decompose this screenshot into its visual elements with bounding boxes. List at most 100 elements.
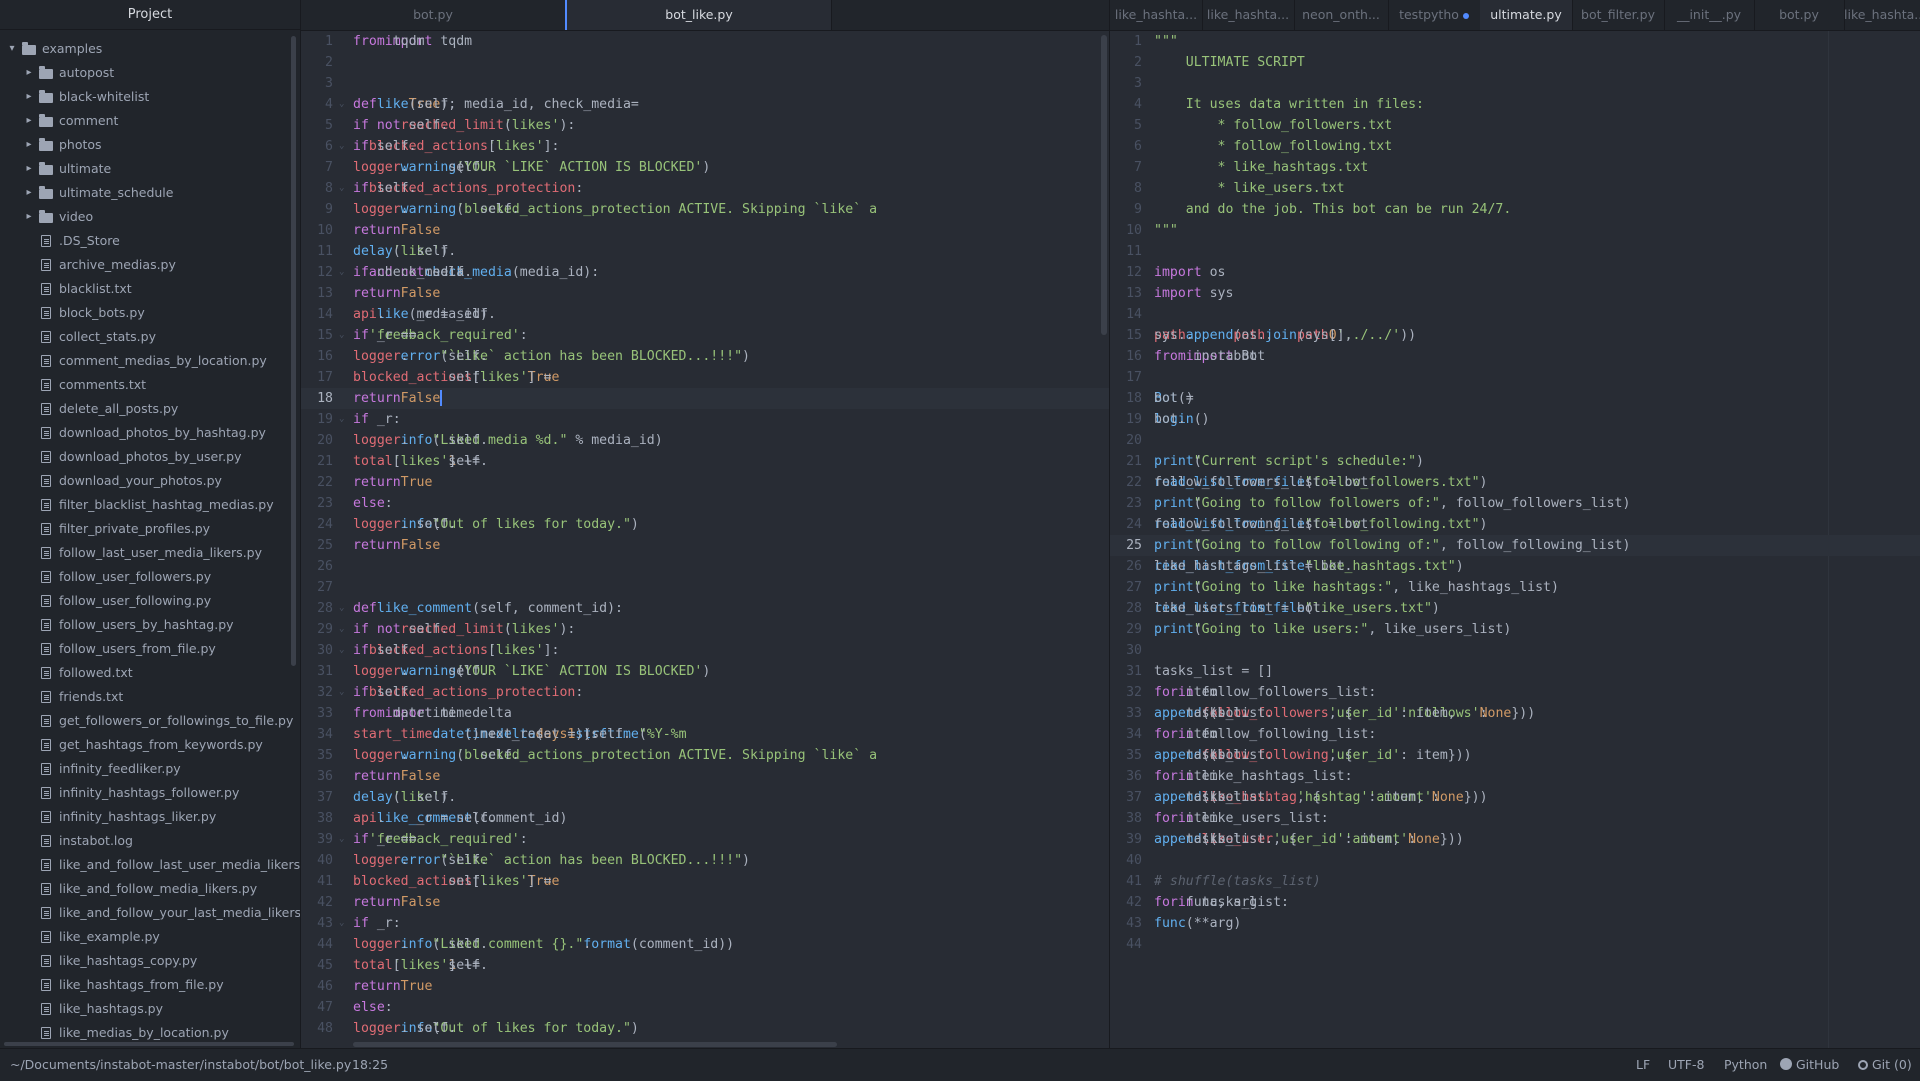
tree-file[interactable]: get_followers_or_followings_to_file.py [0,709,300,733]
tree-folder[interactable]: ▸ ultimate [0,157,300,181]
code-line[interactable]: 15 ⌄ if _r == 'feedback_required': [301,325,1109,346]
tree-folder[interactable]: ▸ photos [0,133,300,157]
code-line[interactable]: 43 func (**arg) [1110,913,1920,934]
code-line[interactable]: 27 print("Going to like hashtags:", like_… [1110,577,1920,598]
editor-tab[interactable]: neon_onth... [1294,0,1389,30]
tree-file[interactable]: like_and_follow_your_last_media_likers.p… [0,901,300,925]
code-line[interactable]: 20 [1110,430,1920,451]
fold-chevron-icon[interactable]: ⌄ [339,178,344,199]
encoding[interactable]: UTF-8 [1668,1049,1704,1081]
editor-tab[interactable]: bot_like.py [565,0,832,30]
tree-file[interactable]: like_hashtags_from_file.py [0,973,300,997]
code-line[interactable]: 14 [1110,304,1920,325]
tree-file[interactable]: comment_medias_by_location.py [0,349,300,373]
tree-file[interactable]: block_bots.py [0,301,300,325]
code-line[interactable]: 6 * follow_following.txt [1110,136,1920,157]
tree-file[interactable]: instabot.log [0,829,300,853]
code-line[interactable]: 35 tasks_list. append ((bot. follow_followi… [1110,745,1920,766]
tree-file[interactable]: comments.txt [0,373,300,397]
chevron-right-icon[interactable]: ▸ [23,205,35,229]
code-line[interactable]: 7 self. logger. warning('YOUR `LIKE` ACTIO… [301,157,1109,178]
code-line[interactable]: 40 [1110,850,1920,871]
fold-chevron-icon[interactable]: ⌄ [339,94,344,115]
code-line[interactable]: 28 ⌄ def like_comment (self, comment_id): [301,598,1109,619]
code-line[interactable]: 26 [301,556,1109,577]
tree-root-folder[interactable]: ▾ examples [0,37,300,61]
grammar[interactable]: Python [1724,1049,1767,1081]
chevron-right-icon[interactable]: ▸ [23,157,35,181]
code-line[interactable]: 38 for item in like_users_list: [1110,808,1920,829]
tree-file[interactable]: infinity_hashtags_liker.py [0,805,300,829]
tree-file[interactable]: infinity_feedliker.py [0,757,300,781]
code-line[interactable]: 29 ⌄ if not self. reached_limit('likes'): [301,619,1109,640]
code-line[interactable]: 17 self. blocked_actions['likes'] = True [301,367,1109,388]
code-line[interactable]: 46 return True [301,976,1109,997]
tree-file[interactable]: collect_stats.py [0,325,300,349]
editor-tab[interactable]: bot.py [1754,0,1845,30]
code-line[interactable]: 3 [1110,73,1920,94]
tree-folder[interactable]: ▸ autopost [0,61,300,85]
code-line[interactable]: 37 self. delay('like') [301,787,1109,808]
code-line[interactable]: 36 for item in like_hashtags_list: [1110,766,1920,787]
code-line[interactable]: 14 _r = self. api. like (media_id) [301,304,1109,325]
editor-left-horizontal-scrollbar[interactable] [353,1042,837,1047]
fold-chevron-icon[interactable]: ⌄ [339,409,344,430]
code-line[interactable]: 11 [1110,241,1920,262]
code-line[interactable]: 5 * follow_followers.txt [1110,115,1920,136]
code-line[interactable]: 43 ⌄ if _r: [301,913,1109,934]
code-line[interactable]: 21 print("Current script's schedule:") [1110,451,1920,472]
code-line[interactable]: 30 [1110,640,1920,661]
tree-file[interactable]: like_hashtags_copy.py [0,949,300,973]
code-line[interactable]: 23 else: [301,493,1109,514]
code-line[interactable]: 18 bot = Bot() [1110,388,1920,409]
tree-file[interactable]: friends.txt [0,685,300,709]
editor-tab[interactable]: like_hashta... [1844,0,1920,30]
fold-chevron-icon[interactable]: ⌄ [339,598,344,619]
code-line[interactable]: 22 return True [301,472,1109,493]
code-line[interactable]: 4 ⌄ def like (self, media_id, check_media= T… [301,94,1109,115]
code-line[interactable]: 2 [301,52,1109,73]
code-line[interactable]: 24 follow_following_list = bot. read_list_… [1110,514,1920,535]
tree-file[interactable]: archive_medias.py [0,253,300,277]
tree-file[interactable]: filter_blacklist_hashtag_medias.py [0,493,300,517]
code-line[interactable]: 31 tasks_list = [] [1110,661,1920,682]
tree-file[interactable]: like_hashtags.py [0,997,300,1021]
tree-file[interactable]: infinity_hashtags_follower.py [0,781,300,805]
code-line[interactable]: 40 self. logger. error("`Like` action has … [301,850,1109,871]
tree-file[interactable]: followed.txt [0,661,300,685]
tree-file[interactable]: download_photos_by_user.py [0,445,300,469]
github-button[interactable]: GitHub [1780,1049,1839,1081]
code-line[interactable]: 10 return False [301,220,1109,241]
sidebar-scrollbar[interactable] [291,36,296,666]
code-line[interactable]: 41 self. blocked_actions['likes'] = True [301,871,1109,892]
tree-file[interactable]: follow_user_following.py [0,589,300,613]
tree-file[interactable]: delete_all_posts.py [0,397,300,421]
code-line[interactable]: 42 return False [301,892,1109,913]
code-line[interactable]: 25 return False [301,535,1109,556]
code-line[interactable]: 13 import sys [1110,283,1920,304]
code-line[interactable]: 32 for item in follow_followers_list: [1110,682,1920,703]
editor-tab[interactable]: testpytho [1388,0,1481,30]
code-line[interactable]: 3 [301,73,1109,94]
code-line[interactable]: 41 # shuffle(tasks_list) [1110,871,1920,892]
code-line[interactable]: 19 bot. login() [1110,409,1920,430]
tree-file[interactable]: download_your_photos.py [0,469,300,493]
code-line[interactable]: 33 tasks_list. append ((bot. follow_followe… [1110,703,1920,724]
code-line[interactable]: 6 ⌄ if self. blocked_actions['likes']: [301,136,1109,157]
code-line[interactable]: 16 self. logger. error("`Like` action has … [301,346,1109,367]
code-line[interactable]: 15 sys. path. append (os. path. join (sys. path[… [1110,325,1920,346]
editor-tab[interactable]: like_hashta... [1110,0,1203,30]
line-ending[interactable]: LF [1636,1049,1650,1081]
code-line[interactable]: 8 ⌄ if self. blocked_actions_protection: [301,178,1109,199]
fold-chevron-icon[interactable]: ⌄ [339,136,344,157]
code-line[interactable]: 21 self. total['likes'] += 1 [301,451,1109,472]
git-button[interactable]: Git (0) [1858,1049,1912,1081]
code-line[interactable]: 32 ⌄ if self. blocked_actions_protection: [301,682,1109,703]
fold-chevron-icon[interactable]: ⌄ [339,325,344,346]
code-line[interactable]: 27 [301,577,1109,598]
fold-chevron-icon[interactable]: ⌄ [339,262,344,283]
code-line[interactable]: 1 from tqdm import tqdm [301,31,1109,52]
code-line[interactable]: 26 like_hashtags_list = bot. read_list_fro… [1110,556,1920,577]
tree-file[interactable]: .DS_Store [0,229,300,253]
code-line[interactable]: 16 from instabot import Bot [1110,346,1920,367]
